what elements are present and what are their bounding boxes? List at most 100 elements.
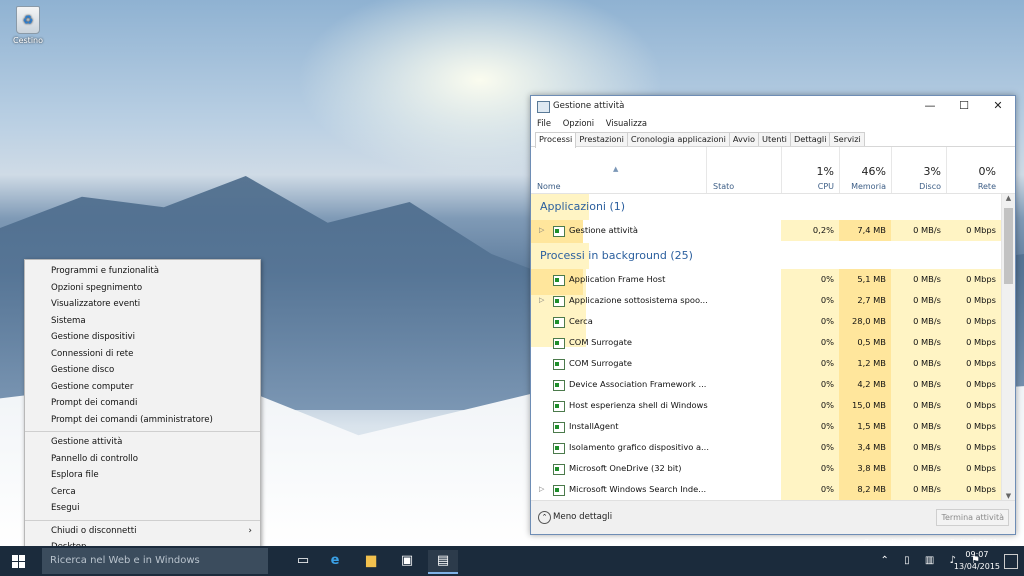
expand-icon[interactable]: ▷ — [539, 290, 544, 311]
task-view-icon[interactable]: ▭ — [288, 550, 318, 572]
table-row[interactable]: Application Frame Host 0% 5,1 MB 0 MB/s 0 Mb… — [531, 269, 1001, 290]
column-name[interactable]: ▲ Nome — [531, 147, 706, 193]
internet-explorer-icon[interactable]: e — [320, 550, 350, 572]
column-status[interactable]: Stato — [706, 147, 782, 193]
process-network: 0 Mbps — [946, 290, 1001, 311]
menu-options[interactable]: Opzioni — [563, 118, 594, 128]
windows-logo-icon — [12, 555, 25, 568]
taskbar-search-input[interactable]: Ricerca nel Web e in Windows — [42, 548, 268, 574]
notification-icon[interactable] — [1004, 554, 1018, 569]
table-row[interactable]: COM Surrogate 0% 1,2 MB 0 MB/s 0 Mbps — [531, 353, 1001, 374]
tab-processes[interactable]: Processi — [535, 132, 577, 148]
process-network: 0 Mbps — [946, 332, 1001, 353]
process-disk: 0 MB/s — [891, 395, 946, 416]
battery-icon[interactable]: ▯ — [904, 555, 910, 566]
menu-item-device-manager[interactable]: Gestione dispositivi — [25, 329, 260, 346]
menu-item-command-prompt[interactable]: Prompt dei comandi — [25, 395, 260, 412]
column-network[interactable]: 0% Rete — [946, 147, 1002, 193]
process-icon — [553, 485, 565, 496]
scroll-down-icon[interactable]: ▼ — [1002, 492, 1015, 500]
end-task-button[interactable]: Termina attività — [936, 509, 1009, 526]
chevron-up-icon[interactable]: ⌃ — [881, 555, 889, 566]
vertical-scrollbar[interactable]: ▲ ▼ — [1001, 194, 1015, 500]
process-icon — [553, 380, 565, 391]
chevron-up-icon[interactable]: ⌃ — [538, 511, 551, 524]
title-bar[interactable]: Gestione attività — ☐ ✕ — [531, 96, 1015, 116]
process-memory: 5,1 MB — [839, 269, 891, 290]
menu-item-event-viewer[interactable]: Visualizzatore eventi — [25, 296, 260, 313]
table-row[interactable]: Cerca 0% 28,0 MB 0 MB/s 0 Mbps — [531, 311, 1001, 332]
clock[interactable]: 09:07 13/04/2015 — [954, 549, 1000, 573]
tab-app-history[interactable]: Cronologia applicazioni — [626, 132, 730, 146]
column-disk[interactable]: 3% Disco — [891, 147, 947, 193]
table-row[interactable]: InstallAgent 0% 1,5 MB 0 MB/s 0 Mbps — [531, 416, 1001, 437]
store-icon[interactable]: ▣ — [392, 550, 422, 572]
process-icon — [553, 338, 565, 349]
menu-item-control-panel[interactable]: Pannello di controllo — [25, 451, 260, 468]
process-disk: 0 MB/s — [891, 290, 946, 311]
tab-startup[interactable]: Avvio — [728, 132, 760, 146]
menu-item-shutdown[interactable]: Chiudi o disconnetti › — [25, 523, 260, 540]
column-cpu-label: CPU — [817, 182, 834, 191]
network-icon[interactable]: ▥ — [925, 555, 934, 566]
table-row[interactable]: Device Association Framework ... 0% 4,2 MB… — [531, 374, 1001, 395]
menu-item-task-manager[interactable]: Gestione attività — [25, 434, 260, 451]
tab-services[interactable]: Servizi — [829, 132, 865, 146]
file-explorer-icon[interactable]: ▆ — [356, 550, 386, 572]
cpu-total: 1% — [816, 165, 834, 178]
column-cpu[interactable]: 1% CPU — [781, 147, 840, 193]
task-manager-taskbar-icon[interactable]: ▤ — [428, 550, 458, 574]
menu-item-disk-management[interactable]: Gestione disco — [25, 362, 260, 379]
close-button[interactable]: ✕ — [981, 96, 1015, 116]
menu-file[interactable]: File — [537, 118, 551, 128]
menu-item-system[interactable]: Sistema — [25, 313, 260, 330]
menu-item-power-options[interactable]: Opzioni spegnimento — [25, 280, 260, 297]
recycle-bin[interactable]: ♻ Cestino — [8, 6, 48, 45]
disk-total: 3% — [923, 165, 941, 178]
process-name: Gestione attività — [569, 225, 638, 235]
process-network: 0 Mbps — [946, 479, 1001, 500]
table-row[interactable]: COM Surrogate 0% 0,5 MB 0 MB/s 0 Mbps — [531, 332, 1001, 353]
menu-view[interactable]: Visualizza — [606, 118, 647, 128]
process-icon — [553, 275, 565, 286]
column-memory[interactable]: 46% Memoria — [839, 147, 892, 193]
table-row[interactable]: ▷ Gestione attività 0,2% 7,4 MB 0 MB/s 0 Mbps — [531, 220, 1001, 241]
tab-performance[interactable]: Prestazioni — [575, 132, 628, 146]
process-cpu: 0% — [781, 353, 839, 374]
group-title: Processi in background (25) — [540, 249, 693, 262]
menu-item-run[interactable]: Esegui — [25, 500, 260, 517]
process-name: InstallAgent — [569, 421, 619, 431]
process-memory: 1,5 MB — [839, 416, 891, 437]
start-button[interactable] — [0, 546, 38, 576]
process-cpu: 0% — [781, 311, 839, 332]
menu-item-network-connections[interactable]: Connessioni di rete — [25, 346, 260, 363]
fewer-details-link[interactable]: Meno dettagli — [553, 512, 612, 522]
menu-item-search[interactable]: Cerca — [25, 484, 260, 501]
table-row[interactable]: Microsoft OneDrive (32 bit) 0% 3,8 MB 0 MB/… — [531, 458, 1001, 479]
maximize-button[interactable]: ☐ — [947, 96, 981, 116]
tab-users[interactable]: Utenti — [758, 132, 791, 146]
process-name: COM Surrogate — [569, 337, 632, 347]
menu-separator — [25, 431, 260, 432]
column-status-label: Stato — [713, 182, 735, 191]
process-cpu: 0% — [781, 416, 839, 437]
menu-item-command-prompt-admin[interactable]: Prompt dei comandi (amministratore) — [25, 412, 260, 429]
process-network: 0 Mbps — [946, 395, 1001, 416]
scroll-up-icon[interactable]: ▲ — [1002, 194, 1015, 202]
table-row[interactable]: ▷ Microsoft Windows Search Inde... 0% 8,2 M… — [531, 479, 1001, 500]
tab-details[interactable]: Dettagli — [789, 132, 831, 146]
power-user-menu: Programmi e funzionalità Opzioni spegnim… — [24, 259, 261, 559]
menu-item-file-explorer[interactable]: Esplora file — [25, 467, 260, 484]
table-row[interactable]: Isolamento grafico dispositivo a... 0% 3,4… — [531, 437, 1001, 458]
minimize-button[interactable]: — — [913, 96, 947, 116]
process-disk: 0 MB/s — [891, 416, 946, 437]
scroll-thumb[interactable] — [1004, 208, 1013, 284]
table-row[interactable]: Host esperienza shell di Windows 0% 15,0 M… — [531, 395, 1001, 416]
menu-item-programs[interactable]: Programmi e funzionalità — [25, 263, 260, 280]
menu-item-computer-management[interactable]: Gestione computer — [25, 379, 260, 396]
process-network: 0 Mbps — [946, 353, 1001, 374]
process-cpu: 0% — [781, 458, 839, 479]
table-row[interactable]: ▷ Applicazione sottosistema spoo... 0% 2,7 … — [531, 290, 1001, 311]
expand-icon[interactable]: ▷ — [539, 220, 544, 241]
expand-icon[interactable]: ▷ — [539, 479, 544, 500]
